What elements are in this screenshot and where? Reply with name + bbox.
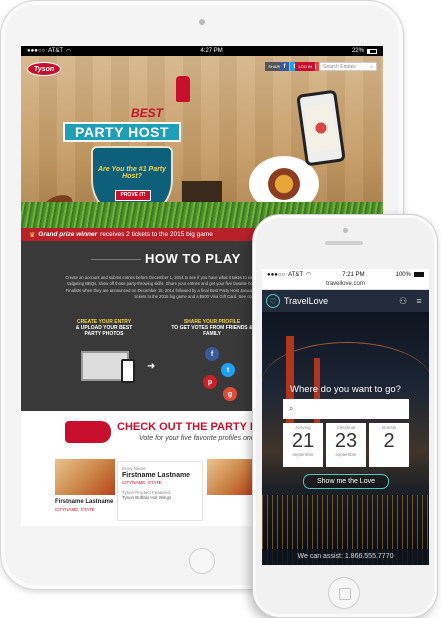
twitter-icon: t — [221, 363, 235, 377]
best-label: BEST — [130, 106, 163, 120]
iphone-home-button[interactable] — [328, 577, 360, 609]
entry-card[interactable]: Entry Name Firstname Lastname CITYNAME, … — [117, 461, 203, 521]
party-title: CHECK OUT THE PARTY HO — [117, 421, 267, 433]
device-mockup-stage: ●●●○○ AT&T ◠ 4:27 PM 22% Tyson SHARE f t… — [0, 0, 441, 618]
status-time: 4:27 PM — [200, 48, 223, 54]
entry-photo[interactable] — [55, 459, 115, 495]
ipad-home-button[interactable] — [189, 548, 215, 574]
date-value: 23 — [334, 430, 358, 452]
arriving-date[interactable]: Arriving 21 september — [283, 423, 323, 467]
menu-icon[interactable]: ≡ — [413, 296, 425, 306]
crown-icon: ♛ — [29, 231, 36, 239]
tyson-hero: Tyson SHARE f t p g LOG IN Search Entrie… — [21, 56, 383, 228]
iphone-screen: ●●●○○ AT&T ◠ 7:21 PM 100% travellove.com… — [262, 269, 429, 565]
iphone-device: ●●●○○ AT&T ◠ 7:21 PM 100% travellove.com… — [252, 214, 438, 618]
card-name[interactable]: Firstname Lastname — [55, 499, 113, 505]
step1-sub: & UPLOAD YOUR BEST PARTY PHOTOS — [75, 325, 133, 337]
assist-phone-footer[interactable]: We can assist: 1.866.555.7770 — [262, 549, 429, 565]
card-location: CITYNAME, STATE — [55, 507, 95, 512]
divider — [91, 259, 141, 260]
carrier-label: AT&T — [288, 271, 304, 278]
google-plus-icon: g — [223, 387, 237, 401]
ipad-camera — [199, 19, 205, 25]
phone-illustration — [121, 359, 135, 383]
date-month: september — [335, 452, 357, 457]
iphone-speaker — [325, 241, 363, 245]
wifi-icon: ◠ — [66, 48, 72, 55]
foam-finger-icon — [176, 76, 190, 102]
iphone-camera — [343, 228, 348, 233]
grand-prize-text: receives 2 tickets to the 2015 big game — [100, 231, 213, 238]
product-box-image — [181, 180, 223, 204]
battery-icon — [413, 272, 424, 277]
date-value: 2 — [383, 430, 395, 452]
party-host-banner: PARTY HOST — [63, 122, 181, 142]
app-name[interactable]: TravelLove — [284, 296, 393, 306]
ipad-status-bar: ●●●○○ AT&T ◠ 4:27 PM 22% — [21, 46, 383, 56]
pinterest-icon: p — [203, 375, 217, 389]
date-month: september — [292, 452, 314, 457]
battery-percent: 100% — [395, 271, 411, 278]
search-placeholder: Search Entries — [323, 63, 356, 70]
destination-search-input[interactable]: ⌕ — [283, 399, 409, 419]
step-share-profile: SHARE YOUR PROFILE TO GET VOTES FROM FRI… — [169, 319, 255, 337]
facebook-icon[interactable]: f — [280, 62, 289, 71]
how-to-play-title: HOW TO PLAY — [145, 251, 241, 266]
iphone-status-bar: ●●●○○ AT&T ◠ 7:21 PM 100% — [262, 269, 429, 280]
entry-photo[interactable] — [207, 459, 253, 495]
prove-it-button[interactable]: PROVE IT! — [115, 190, 151, 201]
battery-percent: 22% — [351, 48, 364, 54]
search-entries-input[interactable]: Search Entries ⌕ — [319, 62, 377, 71]
facebook-icon: f — [205, 347, 219, 361]
carrier-label: AT&T — [48, 48, 64, 54]
destination-question: Where do you want to go? — [290, 384, 401, 395]
travellove-hero: Where do you want to go? ⌕ Arriving 21 s… — [262, 312, 429, 565]
arrow-icon: ➜ — [147, 361, 156, 372]
search-icon[interactable]: ⌕ — [370, 64, 373, 70]
product-name: Tyson Buffalo Hot Wings — [122, 495, 172, 500]
step-create-entry: CREATE YOUR ENTRY & UPLOAD YOUR BEST PAR… — [69, 319, 139, 337]
battery-icon — [366, 48, 377, 54]
tyson-logo[interactable]: Tyson — [27, 62, 61, 76]
foam-finger-icon — [65, 421, 111, 443]
url-bar[interactable]: travellove.com — [262, 280, 429, 290]
phone-in-hand-image — [296, 89, 346, 167]
guests-count[interactable]: Guests 2 — [369, 423, 409, 467]
wifi-icon: ◠ — [306, 272, 312, 278]
checkout-date[interactable]: Checkout 23 september — [326, 423, 366, 467]
entry-location: CITYNAME, STATE — [122, 480, 162, 485]
search-icon: ⌕ — [289, 404, 294, 413]
signal-icon: ●●●○○ — [267, 271, 286, 278]
user-icon[interactable]: ⚇ — [397, 296, 409, 307]
grand-prize-lead: Grand prize winner — [38, 231, 98, 238]
signal-icon: ●●●○○ — [27, 48, 46, 54]
step2-sub: TO GET VOTES FROM FRIENDS & FAMILY — [171, 325, 253, 337]
party-subtitle: Vote for your five favorite profiles onc — [139, 435, 255, 442]
status-time: 7:21 PM — [342, 271, 365, 278]
travellove-logo-icon[interactable]: ♡ — [266, 294, 280, 308]
login-button[interactable]: LOG IN — [295, 62, 315, 71]
travellove-nav: ♡ TravelLove ⚇ ≡ — [262, 290, 429, 312]
date-value: 21 — [291, 430, 315, 452]
show-love-button[interactable]: Show me the Love — [303, 474, 389, 489]
entry-label: Entry Name — [122, 466, 146, 471]
entry-name: Firstname Lastname — [122, 472, 191, 479]
